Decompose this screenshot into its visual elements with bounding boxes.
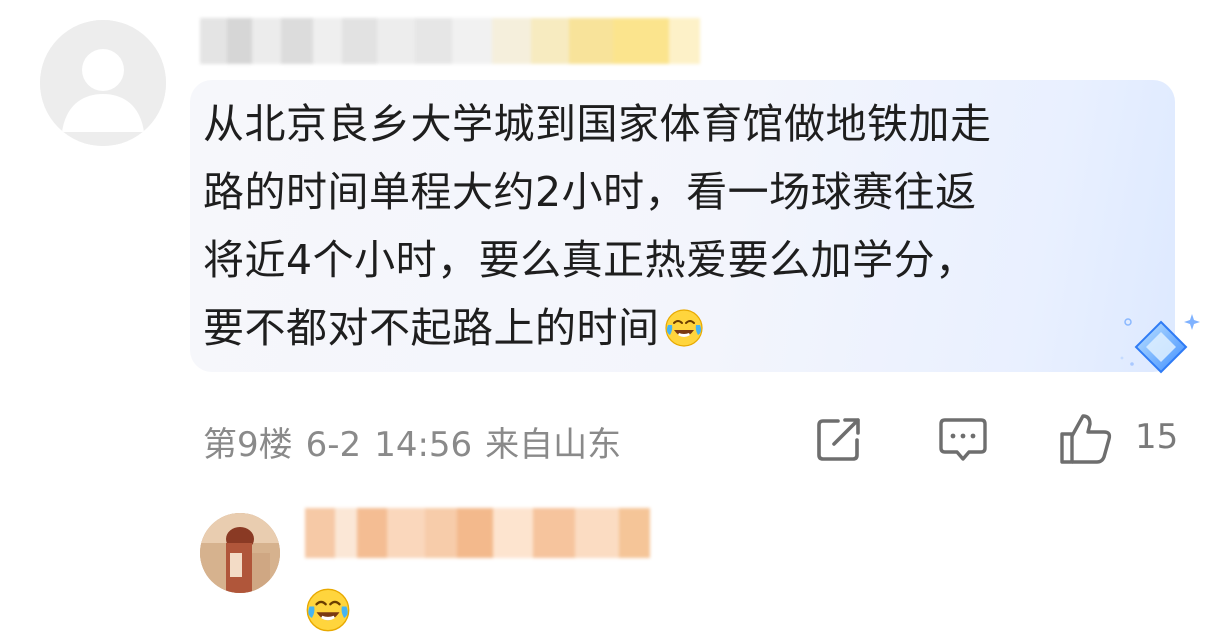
comment-line: 路的时间单程大约2小时，看一场球赛往返	[203, 168, 977, 216]
thumbs-up-icon[interactable]	[1058, 412, 1114, 466]
comment-meta: 第9楼 6-2 14:56 来自山东	[203, 417, 634, 466]
comment-line: 将近4个小时，要么真正热爱要么加学分，	[203, 236, 977, 284]
comment-line: 从北京良乡大学城到国家体育馆做地铁加走	[203, 100, 992, 148]
comment-body: 从北京良乡大学城到国家体育馆做地铁加走 路的时间单程大约2小时，看一场球赛往返 将近…	[203, 90, 1133, 362]
like-count: 15	[1135, 417, 1179, 457]
comment-icon[interactable]	[936, 412, 990, 466]
reply-avatar[interactable]	[200, 513, 280, 593]
default-user-icon	[40, 20, 166, 146]
post-location: 来自山东	[485, 425, 622, 465]
comment-thread: 从北京良乡大学城到国家体育馆做地铁加走 路的时间单程大约2小时，看一场球赛往返 将近…	[0, 0, 1216, 642]
commenter-name-redacted[interactable]	[200, 18, 700, 64]
laugh-cry-emoji-icon	[664, 309, 703, 347]
user-photo-icon	[200, 513, 280, 593]
reply-name-redacted[interactable]	[305, 508, 650, 558]
comment-line: 要不都对不起路上的时间	[203, 304, 660, 352]
diamond-badge-icon	[1120, 314, 1200, 374]
post-time: 14:56	[374, 425, 473, 465]
floor-number: 第9楼	[203, 425, 293, 465]
post-date: 6-2	[305, 425, 362, 465]
share-icon[interactable]	[812, 412, 866, 466]
commenter-avatar[interactable]	[40, 20, 166, 146]
laugh-cry-emoji-icon	[306, 588, 350, 632]
